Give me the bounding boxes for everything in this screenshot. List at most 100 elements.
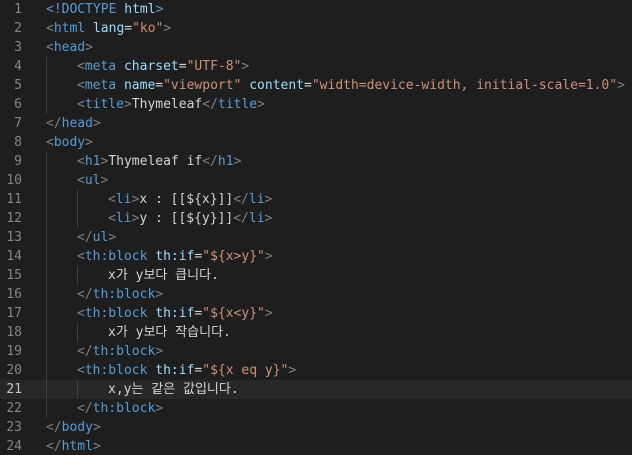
code-token: th:block bbox=[92, 287, 156, 302]
code-token: Thymeleaf if bbox=[108, 154, 203, 169]
code-content: <body> bbox=[46, 133, 93, 152]
code-token: = bbox=[304, 78, 312, 93]
indent-guide bbox=[77, 380, 78, 399]
code-token: "${x<y}" bbox=[202, 306, 265, 321]
code-token: > bbox=[163, 21, 172, 36]
code-token: "viewport" bbox=[163, 78, 242, 93]
code-line[interactable]: 13 </ul> bbox=[0, 228, 632, 247]
indent-guide bbox=[46, 266, 47, 285]
code-token: html bbox=[53, 21, 86, 36]
code-token: x : [[${x}]] bbox=[139, 192, 234, 207]
line-number: 7 bbox=[14, 116, 22, 131]
code-line[interactable]: 5 <meta name="viewport" content="width=de… bbox=[0, 76, 632, 95]
code-line[interactable]: 7 </head> bbox=[0, 114, 632, 133]
code-token: h1 bbox=[217, 154, 234, 169]
code-token: body bbox=[53, 135, 86, 150]
code-token: = bbox=[155, 78, 164, 93]
code-line[interactable]: 19 </th:block> bbox=[0, 342, 632, 361]
code-token: > bbox=[264, 249, 273, 264]
code-content: <meta charset="UTF-8"> bbox=[77, 57, 249, 76]
code-token: > bbox=[233, 154, 242, 169]
code-token: > bbox=[257, 97, 265, 112]
code-token: "${x eq y}" bbox=[202, 363, 289, 378]
code-line[interactable]: 4 <meta charset="UTF-8"> bbox=[0, 57, 632, 76]
code-token: </ bbox=[46, 420, 62, 435]
code-line[interactable]: 11 <li>x : [[${x}]]</li> bbox=[0, 190, 632, 209]
code-token: > bbox=[155, 344, 164, 359]
code-token: > bbox=[264, 192, 273, 207]
code-line[interactable]: 10 <ul> bbox=[0, 171, 632, 190]
code-content: </th:block> bbox=[77, 342, 163, 361]
code-content: </html> bbox=[46, 437, 101, 455]
code-token: ul bbox=[84, 173, 101, 188]
code-token: head bbox=[61, 116, 93, 131]
line-number: 3 bbox=[14, 40, 22, 55]
code-content: </body> bbox=[46, 418, 101, 437]
code-line[interactable]: 1 <!DOCTYPE html> bbox=[0, 0, 632, 19]
code-token: meta bbox=[84, 59, 117, 74]
code-token: > bbox=[92, 439, 101, 454]
code-line[interactable]: 15 x가 y보다 큽니다. bbox=[0, 266, 632, 285]
code-line[interactable]: 12 <li>y : [[${y}]]</li> bbox=[0, 209, 632, 228]
code-content: x가 y보다 큽니다. bbox=[108, 266, 219, 285]
code-token: y : [[${y}]] bbox=[139, 211, 234, 226]
code-line[interactable]: 16 </th:block> bbox=[0, 285, 632, 304]
code-token: > bbox=[155, 287, 164, 302]
code-token: </ bbox=[233, 192, 249, 207]
code-line[interactable]: 6 <title>Thymeleaf</title> bbox=[0, 95, 632, 114]
code-line[interactable]: 23 </body> bbox=[0, 418, 632, 437]
indent-guide bbox=[46, 380, 47, 399]
code-token: > bbox=[617, 78, 625, 93]
line-number: 4 bbox=[14, 59, 22, 74]
code-content: <li>x : [[${x}]]</li> bbox=[108, 190, 272, 209]
code-line[interactable]: 18 x가 y보다 작습니다. bbox=[0, 323, 632, 342]
code-token: = bbox=[124, 21, 133, 36]
code-token: title bbox=[84, 97, 124, 112]
code-token: </ bbox=[77, 344, 93, 359]
line-number: 12 bbox=[6, 211, 22, 226]
code-token: Thymeleaf bbox=[131, 97, 203, 112]
code-token: th:if bbox=[147, 363, 195, 378]
code-line[interactable]: 14 <th:block th:if="${x>y}"> bbox=[0, 247, 632, 266]
line-number: 16 bbox=[6, 287, 22, 302]
line-number: 24 bbox=[6, 439, 22, 454]
code-token: body bbox=[61, 420, 93, 435]
code-content: x,y는 같은 값입니다. bbox=[108, 380, 239, 399]
code-token: "width=device-width, initial-scale=1.0" bbox=[311, 78, 618, 93]
code-token: "${x>y}" bbox=[202, 249, 265, 264]
code-token: </ bbox=[46, 116, 62, 131]
code-line[interactable]: 22 </th:block> bbox=[0, 399, 632, 418]
line-number: 20 bbox=[6, 363, 22, 378]
code-token: meta bbox=[84, 78, 117, 93]
code-token: < bbox=[108, 192, 116, 207]
line-number: 2 bbox=[14, 21, 22, 36]
code-line[interactable]: 8 <body> bbox=[0, 133, 632, 152]
code-token: "UTF-8" bbox=[186, 59, 242, 74]
code-line[interactable]: 9 <h1>Thymeleaf if</h1> bbox=[0, 152, 632, 171]
line-number: 19 bbox=[6, 344, 22, 359]
code-editor[interactable]: 1 <!DOCTYPE html> 2 <html lang="ko"> 3 <head>… bbox=[0, 0, 632, 455]
code-token: x가 y보다 작습니다. bbox=[108, 325, 231, 340]
line-number: 17 bbox=[6, 306, 22, 321]
line-number: 10 bbox=[6, 173, 22, 188]
code-content: <meta name="viewport" content="width=dev… bbox=[77, 76, 625, 95]
code-token: < bbox=[77, 173, 85, 188]
code-token: < bbox=[77, 306, 85, 321]
code-line[interactable]: 2 <html lang="ko"> bbox=[0, 19, 632, 38]
code-line[interactable]: 21 x,y는 같은 값입니다. bbox=[0, 380, 632, 399]
code-token: </ bbox=[77, 230, 93, 245]
code-content: <html lang="ko"> bbox=[46, 19, 171, 38]
code-token: charset bbox=[116, 59, 179, 74]
code-content: <li>y : [[${y}]]</li> bbox=[108, 209, 272, 228]
code-line[interactable]: 3 <head> bbox=[0, 38, 632, 57]
code-line[interactable]: 20 <th:block th:if="${x eq y}"> bbox=[0, 361, 632, 380]
code-token: li bbox=[115, 192, 132, 207]
code-token: th:block bbox=[84, 306, 148, 321]
code-content: <title>Thymeleaf</title> bbox=[77, 95, 265, 114]
code-content: <th:block th:if="${x<y}"> bbox=[77, 304, 273, 323]
code-line[interactable]: 17 <th:block th:if="${x<y}"> bbox=[0, 304, 632, 323]
code-token: th:block bbox=[84, 363, 148, 378]
code-content: <!DOCTYPE html> bbox=[46, 0, 163, 19]
code-line[interactable]: 24 </html> bbox=[0, 437, 632, 455]
code-token: < bbox=[46, 21, 54, 36]
